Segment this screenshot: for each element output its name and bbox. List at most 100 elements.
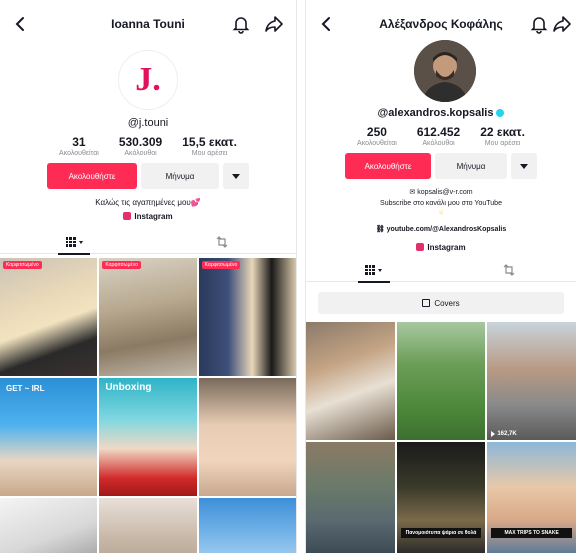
bell-icon[interactable] bbox=[530, 14, 548, 34]
video-caption: Πανομοιότυπα ψάρια σε θολά bbox=[400, 528, 482, 538]
right-profile-panel: Αλέξανδρος Κοφάλης @alexandros.kopsalis … bbox=[306, 0, 576, 553]
action-buttons: Ακολουθήστε Μήνυμα bbox=[306, 153, 576, 179]
avatar-logo: J. bbox=[135, 61, 161, 98]
likes-stat: 15,5 εκατ. Μου αρέσει bbox=[182, 135, 237, 157]
video-caption: MAX TRIPS TO SNAKE bbox=[491, 528, 572, 538]
tab-reposts[interactable] bbox=[148, 230, 296, 254]
video-tile[interactable]: Καρφιτσωμένο bbox=[0, 258, 98, 376]
bio-text: Subscribe στο κανάλι μου στο YouTube bbox=[380, 200, 502, 207]
followers-count: 530.309 bbox=[118, 135, 163, 149]
video-caption: Unboxing bbox=[105, 382, 152, 393]
link-icon: ⛓ bbox=[375, 226, 387, 233]
following-stat[interactable]: 31 Ακολουθείται bbox=[59, 135, 99, 157]
profile-title: Ioanna Touni bbox=[111, 17, 185, 31]
avatar[interactable] bbox=[414, 40, 476, 102]
caret-down-icon bbox=[232, 173, 240, 179]
bio-email-text: kopsalis@v-r.com bbox=[417, 189, 473, 196]
following-count: 31 bbox=[72, 135, 86, 149]
more-dropdown-button[interactable] bbox=[511, 153, 537, 179]
instagram-icon bbox=[416, 243, 425, 251]
video-tile[interactable] bbox=[99, 498, 197, 553]
video-tile[interactable]: MAX TRIPS TO SNAKE bbox=[487, 442, 576, 553]
more-dropdown-button[interactable] bbox=[223, 163, 249, 189]
caret-icon bbox=[78, 240, 83, 244]
share-icon[interactable] bbox=[552, 15, 572, 33]
caret-icon bbox=[378, 268, 382, 272]
repost-icon bbox=[503, 264, 514, 276]
verified-badge-icon bbox=[496, 109, 505, 118]
video-tile[interactable]: GET ~ IRL bbox=[0, 378, 98, 496]
followers-label: Ακόλουθοι bbox=[422, 140, 455, 147]
covers-playlist-button[interactable]: Covers bbox=[318, 292, 564, 314]
message-button[interactable]: Μήνυμα bbox=[141, 163, 219, 189]
username: @alexandros.kopsalis bbox=[306, 107, 576, 119]
bio-email: ✉ kopsalis@v-r.com bbox=[409, 189, 473, 196]
grid-icon bbox=[365, 265, 375, 275]
follow-button[interactable]: Ακολουθήστε bbox=[345, 153, 431, 179]
video-tile[interactable]: Unboxing bbox=[99, 378, 197, 496]
content-tabs bbox=[0, 230, 296, 255]
followers-stat[interactable]: 612.452 Ακόλουθοι bbox=[417, 125, 460, 147]
caret-down-icon bbox=[520, 163, 528, 169]
followers-stat[interactable]: 530.309 Ακόλουθοι bbox=[119, 135, 162, 157]
following-count: 250 bbox=[366, 125, 387, 139]
followers-count: 612.452 bbox=[416, 125, 461, 139]
profile-header: Αλέξανδρος Κοφάλης bbox=[306, 12, 576, 38]
followers-label: Ακόλουθοι bbox=[124, 150, 157, 157]
video-grid: Καρφιτσωμένο Καρφιτσωμένο Καρφιτσωμένο G… bbox=[0, 258, 296, 553]
instagram-link[interactable]: Instagram bbox=[306, 243, 576, 252]
tab-videos[interactable] bbox=[0, 230, 148, 255]
message-button[interactable]: Μήνυμα bbox=[435, 153, 507, 179]
grid-icon bbox=[65, 237, 76, 247]
video-tile[interactable] bbox=[198, 498, 296, 553]
likes-label: Μου αρέσει bbox=[484, 140, 521, 147]
following-label: Ακολουθείται bbox=[59, 150, 99, 157]
video-tile[interactable] bbox=[306, 442, 395, 553]
repost-icon bbox=[216, 236, 228, 248]
follow-button[interactable]: Ακολουθήστε bbox=[47, 163, 137, 189]
tab-videos[interactable] bbox=[306, 258, 441, 283]
pointing-down-emoji-icon: ☟ bbox=[438, 210, 444, 217]
action-buttons: Ακολουθήστε Μήνυμα bbox=[0, 163, 296, 189]
video-tile[interactable] bbox=[0, 498, 98, 553]
instagram-icon bbox=[123, 212, 132, 220]
following-label: Ακολουθείται bbox=[357, 140, 397, 147]
video-tile[interactable]: 162,7K bbox=[487, 322, 576, 440]
likes-label: Μου αρέσει bbox=[191, 150, 228, 157]
bio-text: Καλώς τις αγαπημένες μου💕 bbox=[95, 198, 201, 207]
panel-divider bbox=[296, 0, 306, 553]
pinned-badge: Καρφιτσωμένο bbox=[3, 261, 42, 269]
instagram-label: Instagram bbox=[427, 243, 466, 252]
video-tile[interactable]: Πανομοιότυπα ψάρια σε θολά bbox=[396, 442, 486, 553]
left-profile-panel: Ioanna Touni J. @j.touni 31 Ακολουθείται … bbox=[0, 0, 296, 553]
bio-link[interactable]: ⛓ youtube.com/@AlexandrosKopsalis bbox=[306, 225, 576, 235]
bell-icon[interactable] bbox=[232, 14, 250, 34]
username-text: @alexandros.kopsalis bbox=[377, 107, 494, 119]
video-grid: 162,7K Πανομοιότυπα ψάρια σε θολά MAX TR… bbox=[306, 322, 576, 553]
profile-stats: 31 Ακολουθείται 530.309 Ακόλουθοι 15,5 εκα… bbox=[0, 135, 296, 157]
playlist-icon bbox=[422, 299, 431, 307]
avatar-photo bbox=[414, 40, 476, 102]
video-tile[interactable] bbox=[198, 378, 296, 496]
likes-count: 22 εκατ. bbox=[480, 125, 525, 139]
video-tile[interactable]: Καρφιτσωμένο bbox=[99, 258, 197, 376]
avatar[interactable]: J. bbox=[118, 50, 178, 110]
username: @j.touni bbox=[127, 117, 169, 129]
pinned-badge: Καρφιτσωμένο bbox=[201, 261, 241, 269]
instagram-link[interactable]: Instagram bbox=[0, 212, 296, 221]
following-stat[interactable]: 250 Ακολουθείται bbox=[357, 125, 397, 147]
bio-link-text: youtube.com/@AlexandrosKopsalis bbox=[386, 226, 507, 233]
likes-stat: 22 εκατ. Μου αρέσει bbox=[480, 125, 525, 147]
profile-header: Ioanna Touni bbox=[0, 12, 296, 38]
share-icon[interactable] bbox=[264, 15, 284, 33]
video-tile[interactable] bbox=[396, 322, 486, 440]
likes-count: 15,5 εκατ. bbox=[182, 135, 237, 149]
covers-label: Covers bbox=[434, 298, 460, 308]
content-tabs bbox=[306, 258, 576, 283]
tab-reposts[interactable] bbox=[441, 258, 576, 282]
view-count: 162,7K bbox=[491, 431, 516, 437]
video-tile[interactable]: Καρφιτσωμένο bbox=[198, 258, 296, 376]
profile-stats: 250 Ακολουθείται 612.452 Ακόλουθοι 22 εκατ… bbox=[306, 125, 576, 147]
video-caption: GET ~ IRL bbox=[6, 384, 45, 393]
video-tile[interactable] bbox=[306, 322, 395, 440]
